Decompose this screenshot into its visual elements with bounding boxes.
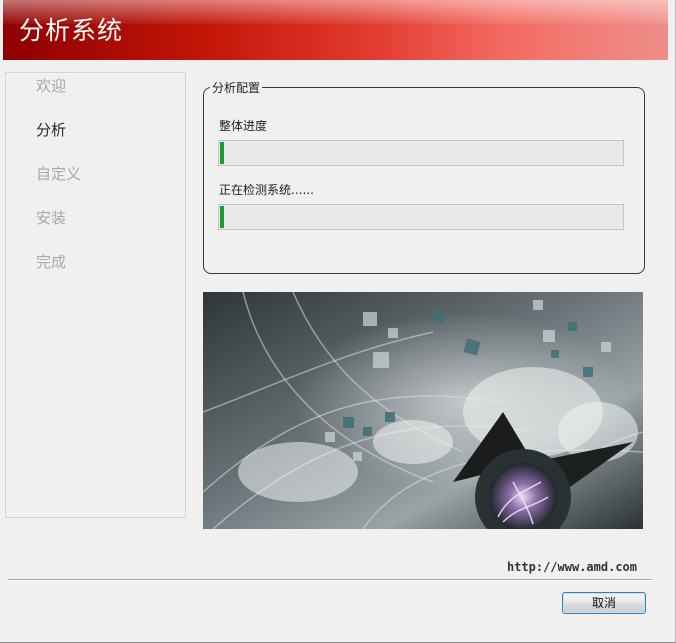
nav-item-welcome: 欢迎 xyxy=(36,77,67,95)
overall-progress-fill xyxy=(220,142,224,164)
analysis-config-group: 分析配置 xyxy=(203,79,645,274)
status-progress-fill xyxy=(220,206,224,228)
analysis-config-legend: 分析配置 xyxy=(212,81,261,95)
step-navigation: 欢迎 分析 自定义 安装 完成 xyxy=(5,72,186,518)
footer-divider xyxy=(8,579,652,581)
title-banner: 分析系统 xyxy=(3,0,668,60)
cancel-button[interactable]: 取消 xyxy=(562,592,646,614)
nav-item-customize: 自定义 xyxy=(36,165,82,183)
status-progress-label: 正在检测系统...... xyxy=(219,183,314,197)
window-title: 分析系统 xyxy=(19,16,124,45)
nav-item-install: 安装 xyxy=(36,209,67,227)
status-progress-bar xyxy=(218,204,624,230)
overall-progress-label: 整体进度 xyxy=(219,119,268,133)
vendor-url: http://www.amd.com xyxy=(506,560,637,574)
nav-item-finish: 完成 xyxy=(36,253,67,271)
artwork-image xyxy=(203,292,643,529)
decorative-artwork xyxy=(203,292,643,529)
nav-item-analyze: 分析 xyxy=(36,121,67,139)
installer-window: 分析系统 欢迎 分析 自定义 安装 完成 分析配置 整体进度 正在检测系统...… xyxy=(0,0,676,643)
overall-progress-bar xyxy=(218,140,624,166)
